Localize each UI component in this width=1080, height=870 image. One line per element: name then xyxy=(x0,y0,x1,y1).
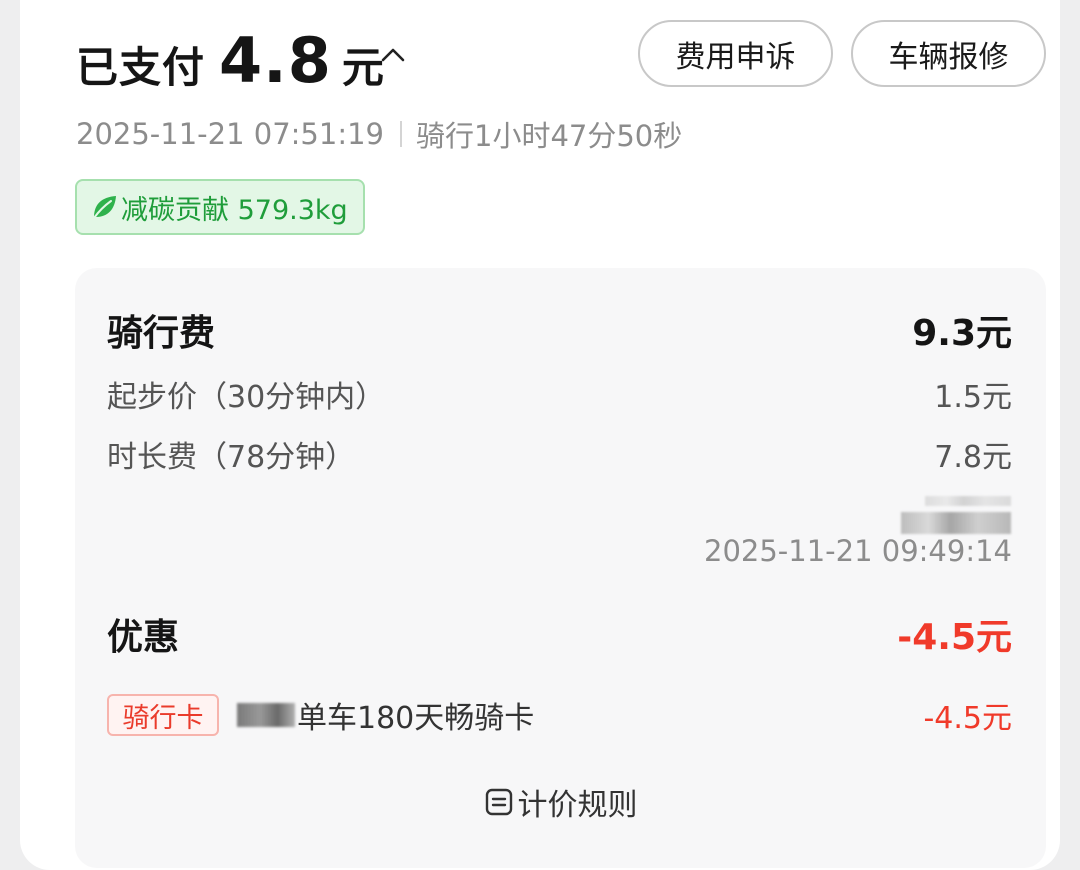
paid-summary[interactable]: 已支付 4.8 元 xyxy=(76,24,384,97)
discount-title: 优惠 xyxy=(107,617,180,658)
fee-item-row: 时长费（78分钟） 7.8元 xyxy=(107,432,1012,476)
redacted-text xyxy=(901,512,1011,534)
fee-detail-panel: 骑行费 9.3元 起步价（30分钟内） 1.5元 时长费（78分钟） 7.8元 … xyxy=(75,268,1046,868)
ride-meta: 2025-11-21 07:51:19 骑行1小时47分50秒 xyxy=(76,112,682,156)
fee-item-value: 7.8元 xyxy=(934,440,1012,475)
discount-header: 优惠 -4.5元 xyxy=(107,610,1012,658)
carbon-badge: 减碳贡献 579.3kg xyxy=(75,179,365,235)
pricing-rules-link[interactable]: 计价规则 xyxy=(75,780,1046,824)
ride-fee-header: 骑行费 9.3元 xyxy=(107,306,1012,354)
pricing-rules-label: 计价规则 xyxy=(517,788,638,823)
ride-fee-total: 9.3元 xyxy=(912,313,1012,354)
discount-total: -4.5元 xyxy=(897,617,1012,658)
fee-item-row: 起步价（30分钟内） 1.5元 xyxy=(107,372,1012,416)
order-detail-card: 已支付 4.8 元 费用申诉 车辆报修 2025-11-21 07:51:19 … xyxy=(20,0,1060,870)
discount-item-value: -4.5元 xyxy=(923,701,1012,736)
carbon-label: 减碳贡献 579.3kg xyxy=(121,194,348,226)
fee-item-label: 起步价（30分钟内） xyxy=(107,380,386,415)
paid-label: 已支付 xyxy=(76,43,206,92)
chevron-up-icon[interactable] xyxy=(380,42,406,68)
ride-duration: 骑行1小时47分50秒 xyxy=(416,119,683,153)
discount-item-info: 骑行卡 单车180天畅骑卡 xyxy=(107,693,534,737)
ride-fee-title: 骑行费 xyxy=(107,313,216,354)
document-icon xyxy=(485,788,512,816)
fee-item-label: 时长费（78分钟） xyxy=(107,440,356,475)
ride-card-tag: 骑行卡 xyxy=(107,694,219,736)
discount-card-name: 单车180天畅骑卡 xyxy=(297,701,535,736)
redacted-text xyxy=(237,703,295,727)
paid-amount: 4.8 xyxy=(219,24,332,97)
discount-item-row: 骑行卡 单车180天畅骑卡 -4.5元 xyxy=(107,692,1012,738)
paid-unit: 元 xyxy=(341,43,384,92)
meta-divider xyxy=(400,121,402,147)
redacted-text xyxy=(925,496,1011,506)
leaf-icon xyxy=(93,196,116,219)
vehicle-repair-button[interactable]: 车辆报修 xyxy=(851,20,1046,87)
ride-end-timestamp: 2025-11-21 09:49:14 xyxy=(704,534,1012,568)
fee-item-value: 1.5元 xyxy=(934,380,1012,415)
ride-datetime: 2025-11-21 07:51:19 xyxy=(76,117,384,151)
fee-appeal-button[interactable]: 费用申诉 xyxy=(638,20,833,87)
